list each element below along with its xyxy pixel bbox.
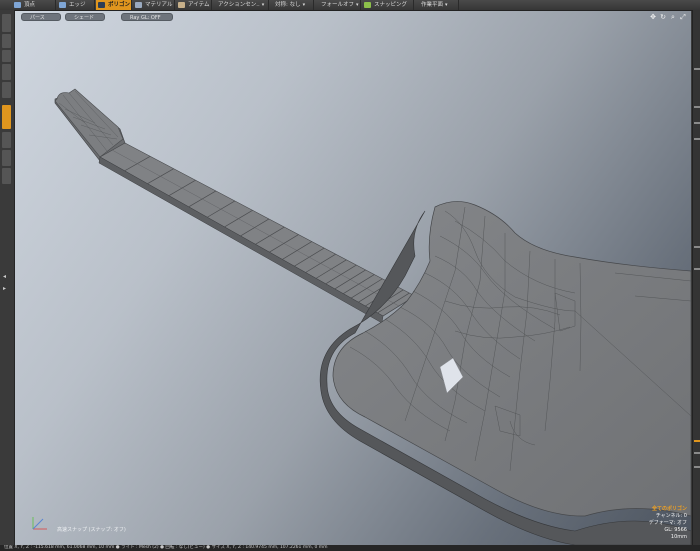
- polygon-mode-icon: [98, 2, 105, 8]
- info-row: GL: 9566: [664, 527, 687, 533]
- panel-handle[interactable]: [694, 268, 700, 270]
- action-center-dropdown[interactable]: アクションセン.. ▾: [213, 0, 269, 10]
- dock-tab-1[interactable]: [2, 14, 11, 32]
- snap-hint-text: 高速スナップ (スナップ: オフ): [57, 527, 126, 533]
- viewport-info-overlay: 全てのポリゴン チャンネル: 0 デフォーマ: オフ GL: 9566 10mm: [649, 506, 687, 541]
- rotate-view-icon[interactable]: ↻: [659, 13, 667, 21]
- panel-handle[interactable]: [694, 138, 700, 140]
- polygon-mode-label: ポリゴン: [108, 2, 131, 8]
- item-mode-icon: [178, 2, 185, 8]
- dock-tab-5[interactable]: [2, 82, 11, 98]
- guitar-mesh[interactable]: [15, 11, 691, 545]
- status-text: 位置 X, Y, Z : -115.618 mm, 61.0068 mm, 10…: [4, 545, 328, 550]
- status-bar: 位置 X, Y, Z : -115.618 mm, 61.0068 mm, 10…: [0, 545, 700, 551]
- vertex-mode-label: 頂点: [24, 2, 36, 8]
- snapping-icon: [364, 2, 371, 8]
- item-mode-button[interactable]: アイテム: [176, 0, 212, 10]
- shading-dropdown[interactable]: シェード: [65, 13, 105, 21]
- left-tool-dock: ◂ ▸: [0, 10, 15, 545]
- chevron-down-icon: ▾: [445, 2, 448, 8]
- panel-handle[interactable]: [694, 452, 700, 454]
- chevron-down-icon: ▾: [356, 2, 359, 8]
- panel-handle-active[interactable]: [694, 440, 700, 442]
- move-view-icon[interactable]: ✥: [649, 13, 657, 21]
- dock-tab-modeling[interactable]: [2, 105, 11, 129]
- right-panel-dock: [692, 10, 700, 545]
- edge-mode-label: エッジ: [69, 2, 86, 8]
- workplane-label: 作業平面: [421, 2, 444, 8]
- dock-tab-7[interactable]: [2, 132, 11, 148]
- panel-handle[interactable]: [694, 122, 700, 124]
- dock-tab-2[interactable]: [2, 34, 11, 48]
- falloff-label: フォールオフ: [321, 2, 355, 8]
- chevron-down-icon: ▾: [302, 2, 306, 8]
- mode-toolbar: 頂点 エッジ ポリゴン マテリアル アイテム アクションセン.. ▾ 対称: なし…: [0, 0, 700, 11]
- edge-mode-button[interactable]: エッジ: [57, 0, 95, 10]
- snapping-label: スナッピング: [374, 2, 408, 8]
- dock-tab-8[interactable]: [2, 150, 11, 166]
- panel-handle[interactable]: [694, 466, 700, 468]
- edge-mode-icon: [59, 2, 66, 8]
- info-row: チャンネル: 0: [655, 513, 687, 519]
- expand-arrow-icon[interactable]: ▸: [3, 285, 6, 292]
- info-row: デフォーマ: オフ: [648, 520, 687, 526]
- info-row: 10mm: [670, 534, 687, 540]
- falloff-dropdown[interactable]: フォールオフ ▾: [315, 0, 361, 10]
- collapse-arrow-icon[interactable]: ◂: [3, 273, 6, 280]
- info-title: 全てのポリゴン: [651, 506, 687, 512]
- dock-tab-3[interactable]: [2, 50, 11, 62]
- symmetry-label: 対称: なし: [275, 2, 301, 8]
- maximize-view-icon[interactable]: ⤢: [679, 13, 687, 21]
- panel-handle[interactable]: [694, 246, 700, 248]
- raygl-toggle[interactable]: Ray GL: OFF: [121, 13, 173, 21]
- workplane-dropdown[interactable]: 作業平面 ▾: [415, 0, 459, 10]
- axis-gizmo: [29, 513, 53, 535]
- 3d-viewport[interactable]: パース シェード Ray GL: OFF ✥ ↻ ⌕ ⤢ 高速スナップ (スナッ…: [15, 11, 691, 545]
- snapping-button[interactable]: スナッピング: [362, 0, 414, 10]
- vertex-mode-button[interactable]: 頂点: [12, 0, 56, 10]
- panel-handle[interactable]: [694, 68, 700, 70]
- view-type-dropdown[interactable]: パース: [21, 13, 61, 21]
- action-center-label: アクションセン..: [218, 2, 260, 8]
- zoom-view-icon[interactable]: ⌕: [669, 13, 677, 21]
- dock-tab-9[interactable]: [2, 168, 11, 184]
- item-mode-label: アイテム: [188, 2, 210, 8]
- material-mode-button[interactable]: マテリアル: [133, 0, 175, 10]
- vertex-mode-icon: [14, 2, 21, 8]
- chevron-down-icon: ▾: [261, 2, 265, 8]
- material-mode-label: マテリアル: [145, 2, 173, 8]
- panel-handle[interactable]: [694, 106, 700, 108]
- material-mode-icon: [135, 2, 142, 8]
- dock-tab-4[interactable]: [2, 64, 11, 80]
- polygon-mode-button[interactable]: ポリゴン: [96, 0, 132, 10]
- symmetry-dropdown[interactable]: 対称: なし ▾: [270, 0, 314, 10]
